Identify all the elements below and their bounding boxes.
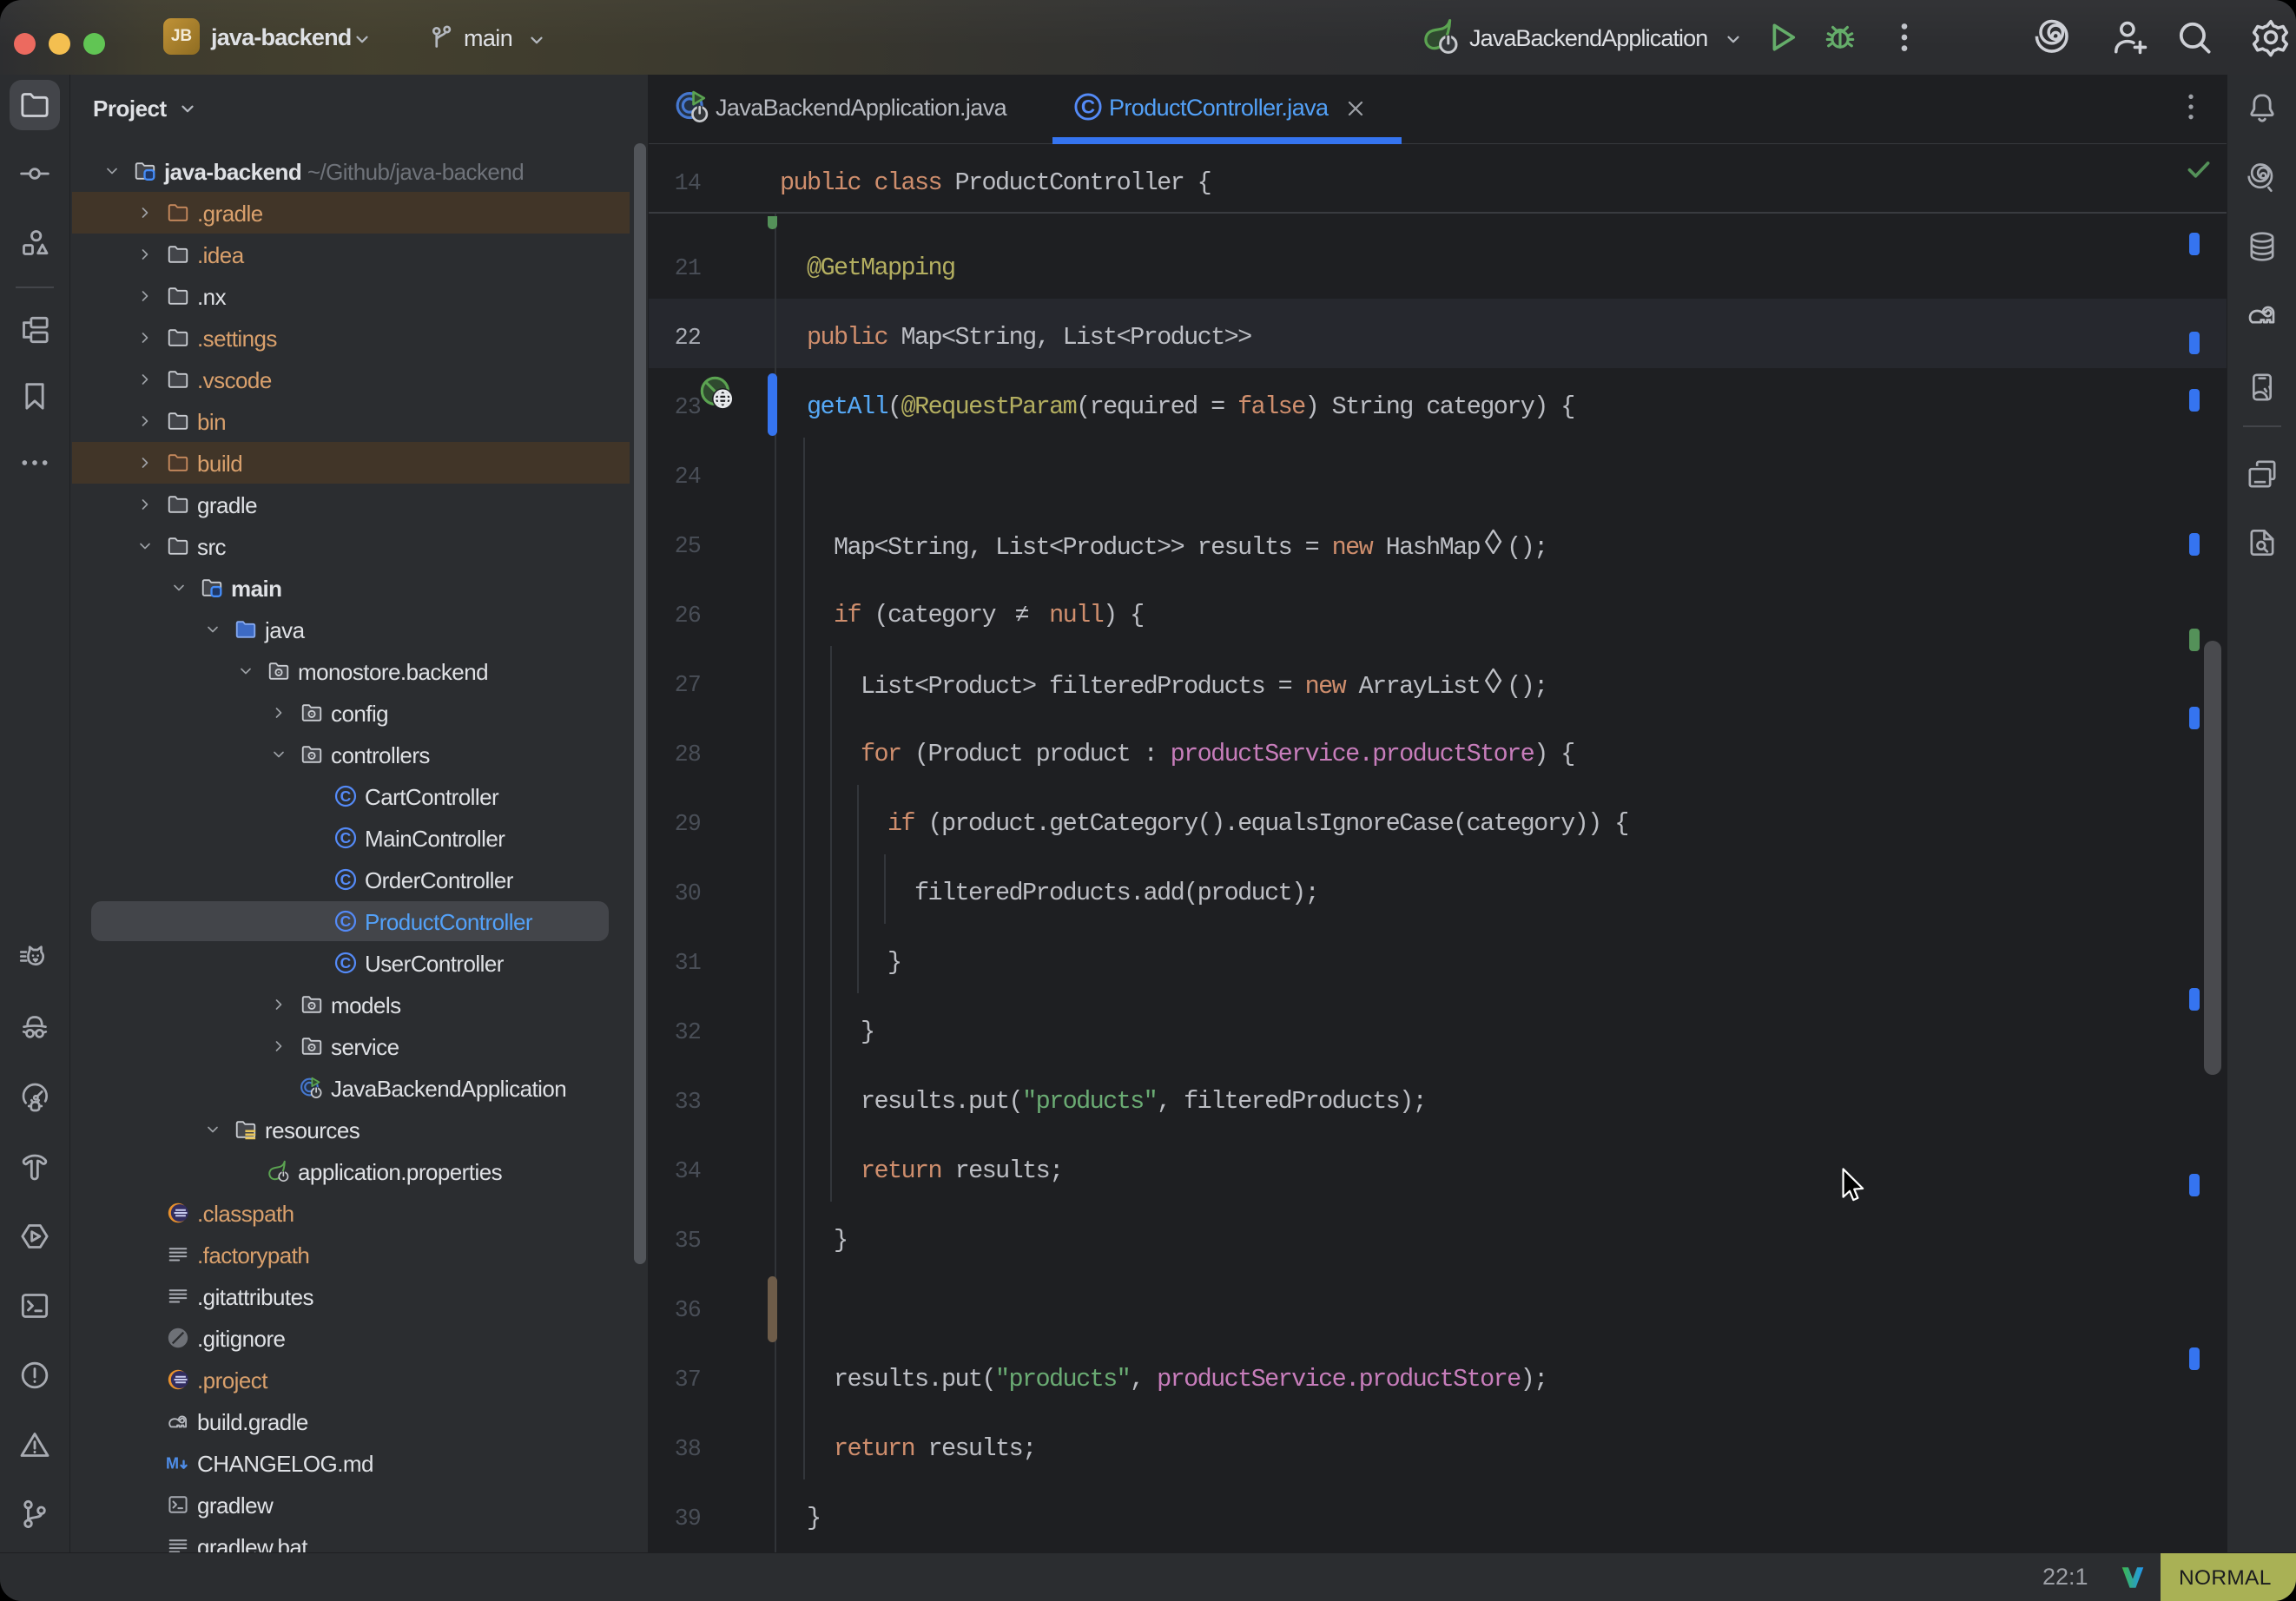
svg-text:C: C xyxy=(340,913,352,930)
svg-text:M: M xyxy=(166,1454,179,1472)
svg-text:C: C xyxy=(340,954,352,972)
svg-text:C: C xyxy=(1081,96,1095,118)
svg-text:C: C xyxy=(340,829,352,847)
svg-text:C: C xyxy=(340,871,352,888)
svg-text:C: C xyxy=(340,787,352,805)
